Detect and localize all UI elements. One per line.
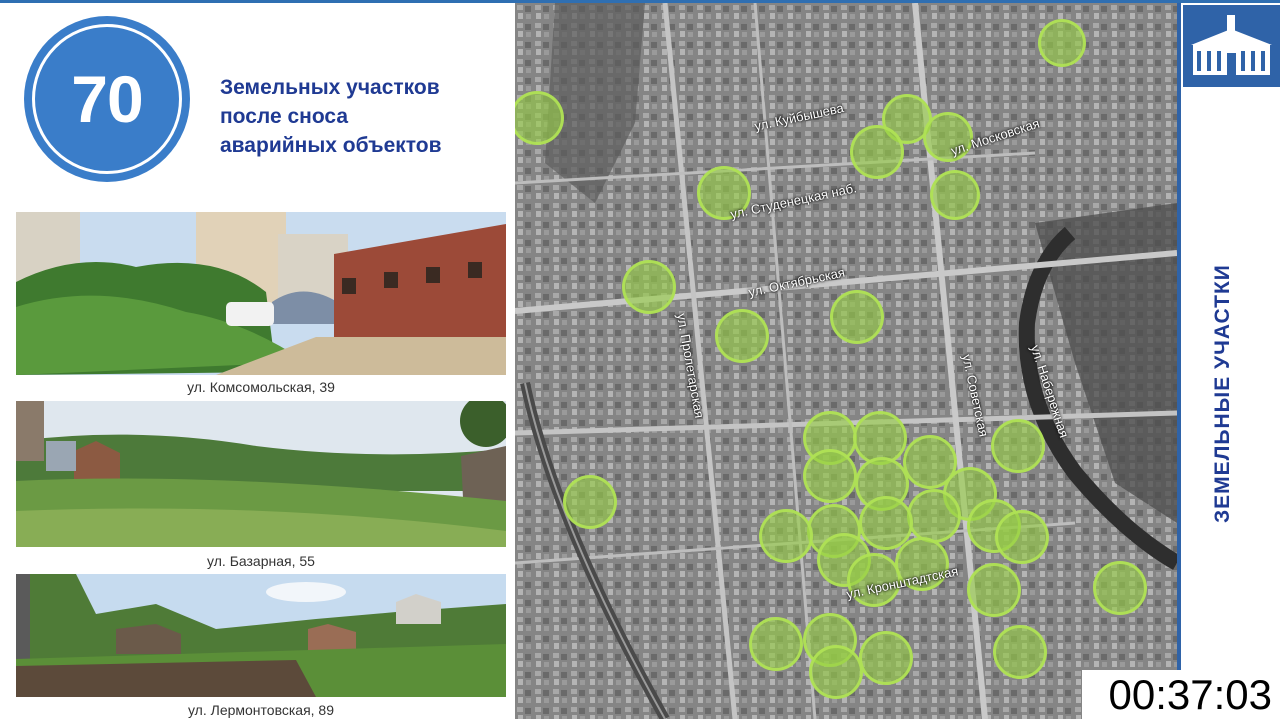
parcel-marker[interactable] [563, 475, 617, 529]
parcel-marker[interactable] [923, 112, 973, 162]
headline-line-3: аварийных объектов [220, 134, 442, 157]
sidebar: ЗЕМЕЛЬНЫЕ УЧАСТКИ [1177, 3, 1280, 719]
parcel-marker[interactable] [993, 625, 1047, 679]
parcel-marker[interactable] [995, 510, 1049, 564]
parcel-marker[interactable] [759, 509, 813, 563]
sidebar-title: ЗЕМЕЛЬНЫЕ УЧАСТКИ [1211, 264, 1234, 523]
parcel-marker[interactable] [1038, 19, 1086, 67]
parcel-marker[interactable] [907, 489, 961, 543]
parcel-marker[interactable] [1093, 561, 1147, 615]
parcel-marker[interactable] [749, 617, 803, 671]
headline-line-2: после сноса [220, 105, 349, 128]
parcel-marker[interactable] [991, 419, 1045, 473]
count-badge: 70 [24, 16, 190, 182]
headline-line-1: Земельных участков [220, 76, 440, 99]
parcel-marker[interactable] [859, 631, 913, 685]
parcel-marker[interactable] [715, 309, 769, 363]
photo-caption-3: ул. Лермонтовская, 89 [187, 702, 334, 718]
parcel-marker[interactable] [809, 645, 863, 699]
photo-bazarnaya [16, 401, 506, 547]
photo-caption-1: ул. Комсомольская, 39 [187, 379, 335, 395]
photo-lermontovskaya [16, 574, 506, 697]
parcel-marker[interactable] [967, 563, 1021, 617]
headline: Земельных участков после сноса аварийных… [220, 73, 510, 160]
video-timer: 00:37:03 [1082, 670, 1280, 719]
parcel-marker[interactable] [830, 290, 884, 344]
map-background [515, 3, 1177, 719]
city-hall-logo [1183, 5, 1280, 87]
parcel-marker[interactable] [850, 125, 904, 179]
parcel-marker[interactable] [803, 449, 857, 503]
count-badge-number: 70 [32, 24, 182, 174]
aerial-map[interactable]: ул. Куйбышева ул. Московская ул. Студене… [515, 3, 1177, 719]
parcel-marker[interactable] [622, 260, 676, 314]
photo-komsomolskaya [16, 212, 506, 375]
parcel-marker[interactable] [930, 170, 980, 220]
photo-caption-2: ул. Базарная, 55 [207, 553, 315, 569]
